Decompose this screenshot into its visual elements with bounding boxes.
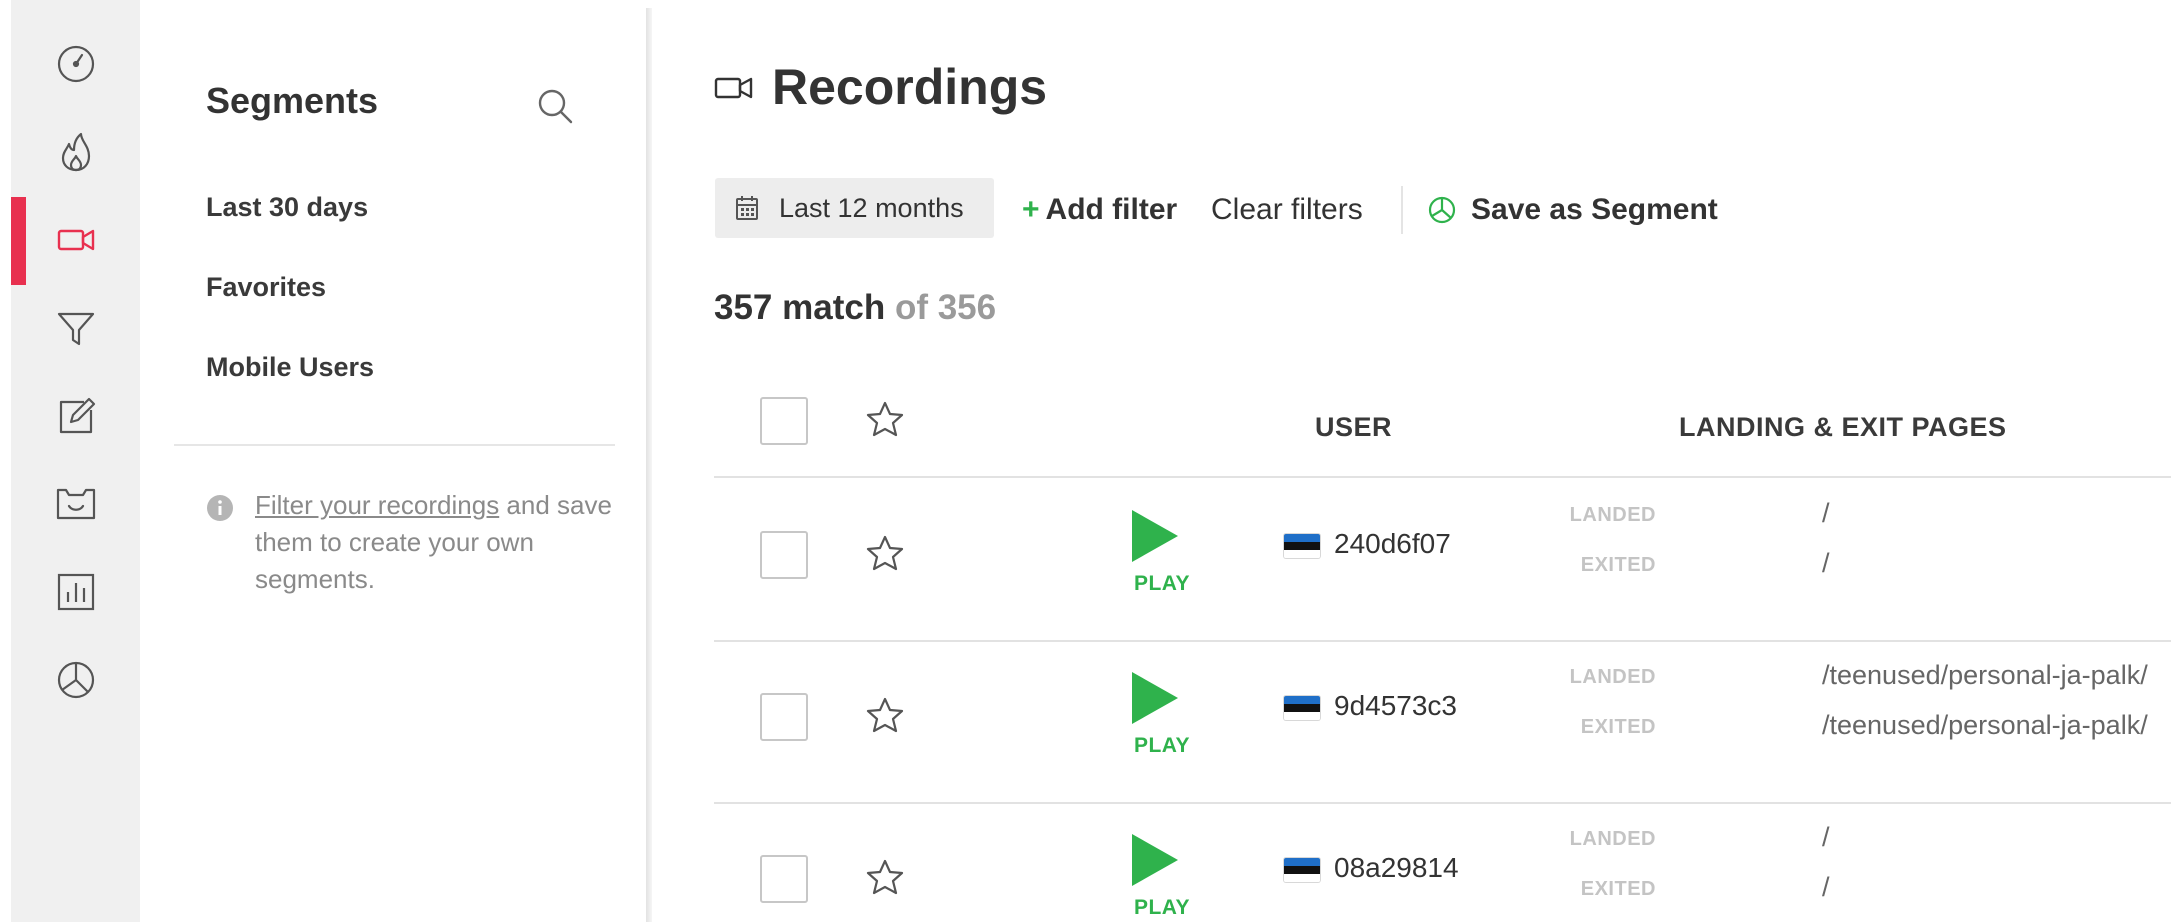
table-row[interactable]: PLAY 08a29814 LANDED / EXITED / [714, 804, 2171, 922]
nav-forms[interactable] [11, 372, 140, 460]
star-icon[interactable] [865, 400, 905, 440]
segment-item-mobile-users[interactable]: Mobile Users [206, 352, 374, 383]
exited-label: EXITED [1580, 554, 1656, 576]
calendar-icon [736, 196, 758, 220]
segment-pie-icon [1428, 196, 1456, 224]
estonia-flag-icon [1284, 696, 1320, 720]
play-label: PLAY [1133, 896, 1191, 919]
segments-pie-icon [57, 661, 94, 699]
estonia-flag-icon [1284, 858, 1320, 882]
match-total: of 356 [894, 288, 997, 327]
save-as-segment-button[interactable]: Save as Segment [1427, 193, 1718, 227]
column-user[interactable]: USER [1315, 412, 1392, 443]
segment-item-last-30-days[interactable]: Last 30 days [206, 192, 368, 223]
recordings-camera-icon [714, 77, 753, 99]
column-landing-exit-pages[interactable]: LANDING & EXIT PAGES [1679, 412, 2007, 443]
segments-divider [174, 444, 615, 446]
play-icon [1132, 834, 1178, 886]
nav-heatmaps[interactable] [11, 108, 140, 196]
landed-page[interactable]: /teenused/personal-ja-palk/ [1822, 660, 2148, 691]
row-checkbox[interactable] [760, 855, 808, 903]
exited-page[interactable]: /teenused/personal-ja-palk/ [1822, 710, 2148, 741]
star-icon[interactable] [865, 696, 905, 736]
select-all-checkbox[interactable] [760, 397, 808, 445]
play-button[interactable]: PLAY [1094, 832, 1230, 919]
funnels-filter-icon [57, 312, 94, 346]
segments-info-text: Filter your recordings and save them to … [255, 487, 615, 598]
analytics-bar-chart-icon [57, 573, 94, 611]
exited-label: EXITED [1580, 716, 1656, 738]
segment-item-favorites[interactable]: Favorites [206, 272, 326, 303]
nav-feedback[interactable] [11, 460, 140, 548]
table-header: USER LANDING & EXIT PAGES [714, 370, 2171, 478]
exited-page[interactable]: / [1822, 872, 1830, 903]
add-filter-label: Add filter [1045, 193, 1178, 226]
landed-label: LANDED [1569, 666, 1656, 688]
recordings-main: Recordings Last 12 months + Add filter Cl… [652, 0, 2171, 922]
match-count-value: 357 match [714, 288, 886, 327]
heatmap-flame-icon [61, 132, 90, 172]
star-icon[interactable] [865, 534, 905, 574]
row-checkbox[interactable] [760, 531, 808, 579]
user-id[interactable]: 9d4573c3 [1334, 690, 1457, 722]
match-count: 357 match of 356 [714, 288, 996, 328]
landed-label: LANDED [1569, 504, 1656, 526]
exited-label: EXITED [1580, 878, 1656, 900]
nav-recordings[interactable] [11, 196, 140, 284]
page-title: Recordings [772, 59, 1048, 115]
feedback-smile-icon [56, 488, 95, 520]
exited-page[interactable]: / [1822, 548, 1830, 579]
plus-icon: + [1022, 193, 1040, 226]
forms-edit-icon [59, 397, 95, 434]
nav-analytics[interactable] [11, 548, 140, 636]
user-id[interactable]: 08a29814 [1334, 852, 1459, 884]
star-icon[interactable] [865, 858, 905, 898]
dashboard-gauge-icon [57, 45, 94, 83]
date-range-button[interactable]: Last 12 months [715, 178, 994, 238]
save-as-segment-label: Save as Segment [1471, 193, 1718, 226]
recordings-camera-icon [57, 229, 94, 251]
landed-page[interactable]: / [1822, 822, 1830, 853]
row-checkbox[interactable] [760, 693, 808, 741]
play-label: PLAY [1133, 734, 1191, 757]
clear-filters-button[interactable]: Clear filters [1211, 193, 1363, 227]
date-range-label: Last 12 months [779, 192, 964, 223]
nav-segments[interactable] [11, 636, 140, 724]
segments-panel: Segments Last 30 days Favorites Mobile U… [140, 0, 648, 922]
search-icon[interactable] [535, 86, 575, 126]
landed-label: LANDED [1569, 828, 1656, 850]
filter-recordings-link[interactable]: Filter your recordings [255, 490, 499, 520]
nav-dashboard[interactable] [11, 20, 140, 108]
segments-title: Segments [206, 80, 379, 121]
play-button[interactable]: PLAY [1094, 508, 1230, 595]
play-label: PLAY [1133, 572, 1191, 595]
nav-funnels[interactable] [11, 284, 140, 372]
play-icon [1132, 510, 1178, 562]
play-icon [1132, 672, 1178, 724]
estonia-flag-icon [1284, 534, 1320, 558]
table-row[interactable]: PLAY 9d4573c3 LANDED /teenused/personal-… [714, 642, 2171, 804]
toolbar-divider [1401, 186, 1403, 234]
user-id[interactable]: 240d6f07 [1334, 528, 1451, 560]
add-filter-button[interactable]: + Add filter [1022, 193, 1177, 227]
play-button[interactable]: PLAY [1094, 670, 1230, 757]
info-icon [207, 495, 233, 521]
table-row[interactable]: PLAY 240d6f07 LANDED / EXITED / [714, 480, 2171, 642]
left-nav-rail [11, 0, 140, 922]
landed-page[interactable]: / [1822, 498, 1830, 529]
